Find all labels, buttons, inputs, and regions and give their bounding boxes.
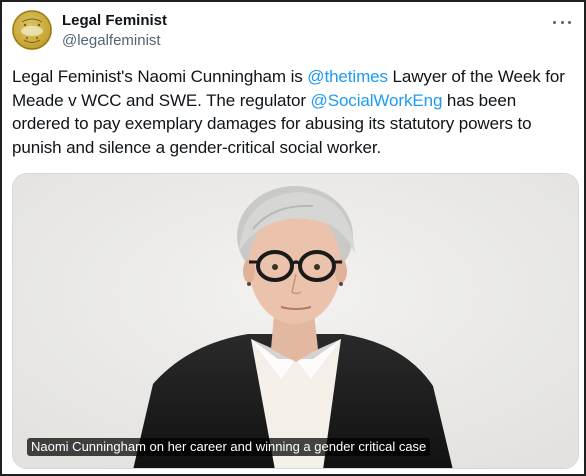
dot — [553, 20, 556, 24]
tweet-text-part-1: Legal Feminist's Naomi Cunningham is — [12, 67, 308, 86]
portrait-photo — [13, 174, 578, 468]
legal-feminist-logo-icon — [12, 10, 52, 50]
more-options-icon[interactable] — [550, 12, 574, 32]
dot — [568, 20, 571, 24]
media-card[interactable]: Naomi Cunningham on her career and winni… — [12, 173, 579, 469]
dot — [560, 20, 564, 24]
mention-thetimes[interactable]: @thetimes — [307, 67, 388, 86]
media-caption: Naomi Cunningham on her career and winni… — [27, 438, 431, 456]
handle[interactable]: @legalfeminist — [62, 31, 167, 51]
mention-socialworkeng[interactable]: @SocialWorkEng — [311, 91, 443, 110]
tweet-card: Legal Feminist @legalfeminist Legal Femi… — [0, 0, 586, 476]
author-names: Legal Feminist @legalfeminist — [62, 11, 167, 51]
tweet-header: Legal Feminist @legalfeminist — [12, 10, 574, 54]
avatar[interactable] — [12, 10, 52, 50]
tweet-text: Legal Feminist's Naomi Cunningham is @th… — [12, 65, 578, 159]
display-name[interactable]: Legal Feminist — [62, 11, 167, 31]
